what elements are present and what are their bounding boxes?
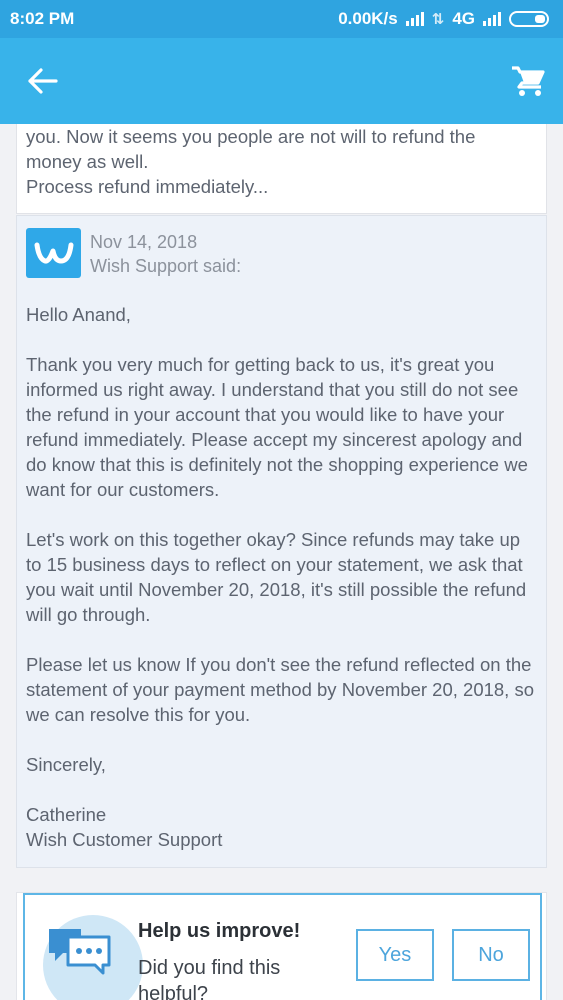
status-bar: 8:02 PM 0.00K/s ⇅ 4G xyxy=(0,0,563,38)
message-paragraph: Let's work on this together okay? Since … xyxy=(26,529,527,625)
conversation-thread[interactable]: you. Now it seems you people are not wil… xyxy=(0,124,563,1000)
support-message: Nov 14, 2018 Wish Support said: Hello An… xyxy=(16,215,547,868)
message-paragraph: Hello Anand, xyxy=(26,304,131,325)
battery-icon xyxy=(509,11,549,27)
feedback-title: Help us improve! xyxy=(138,920,301,942)
net-speed: 0.00K/s xyxy=(338,9,398,28)
wish-logo xyxy=(26,228,81,278)
customer-message-line: Process refund immediately... xyxy=(26,176,269,197)
message-meta: Nov 14, 2018 Wish Support said: xyxy=(90,230,241,278)
message-header: Nov 14, 2018 Wish Support said: xyxy=(26,228,537,278)
customer-message-line: money as well. xyxy=(26,151,149,172)
back-arrow-icon[interactable] xyxy=(28,68,58,94)
feedback-card: Help us improve! Did you find this helpf… xyxy=(16,892,547,1000)
signal-icon xyxy=(405,12,424,26)
feedback-question: Did you find this helpful? xyxy=(138,957,281,1000)
data-transfer-icon: ⇅ xyxy=(431,11,445,28)
message-body: Hello Anand, Thank you very much for get… xyxy=(26,302,537,852)
message-paragraph: Sincerely, xyxy=(26,754,106,775)
status-indicators: 0.00K/s ⇅ 4G xyxy=(338,9,549,29)
status-time: 8:02 PM xyxy=(10,9,75,28)
message-author: Wish Support said: xyxy=(90,256,242,276)
feedback-card-border: Help us improve! Did you find this helpf… xyxy=(23,893,542,1000)
signature-name: Catherine xyxy=(26,804,107,825)
signature-team: Wish Customer Support xyxy=(26,829,223,850)
message-paragraph: Please let us know If you don't see the … xyxy=(26,654,535,725)
message-paragraph: Thank you very much for getting back to … xyxy=(26,354,528,500)
message-date: Nov 14, 2018 xyxy=(90,232,198,252)
signal-icon-2 xyxy=(483,12,501,26)
cart-icon[interactable] xyxy=(511,65,545,97)
network-type: 4G xyxy=(452,9,475,28)
yes-button[interactable]: Yes xyxy=(356,929,434,981)
customer-message: you. Now it seems you people are not wil… xyxy=(16,124,547,214)
app-bar xyxy=(0,38,563,124)
customer-message-line: you. Now it seems you people are not wil… xyxy=(26,126,476,147)
no-button[interactable]: No xyxy=(452,929,530,981)
chat-bubbles-icon xyxy=(43,915,143,1000)
